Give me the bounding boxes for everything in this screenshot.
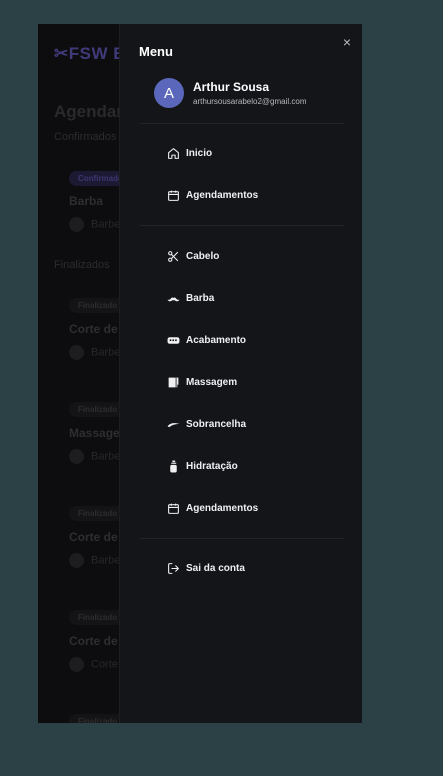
menu-item-label: Inicio (186, 147, 213, 159)
divider (139, 123, 344, 124)
towel-icon (166, 375, 180, 389)
booking-barbershop: Barbe (69, 345, 120, 360)
menu-item-label: Hidratação (186, 460, 238, 472)
barbershop-avatar (69, 449, 84, 464)
status-badge: Finalizado (69, 506, 127, 521)
menu-item-label: Barba (186, 292, 215, 304)
booking-barbershop: Barbe (69, 553, 120, 568)
eyebrow-icon (166, 417, 180, 431)
status-badge: Finalizado (69, 714, 127, 723)
user-name: Arthur Sousa (193, 80, 270, 94)
menu-item-label: Sobrancelha (186, 418, 247, 430)
mustache-icon (166, 291, 180, 305)
bottle-icon (166, 459, 180, 473)
booking-barbershop: Corte (69, 657, 118, 672)
menu-item-hidratacao[interactable]: Hidratação (166, 458, 238, 474)
home-icon (166, 146, 180, 160)
menu-item-agendamentos[interactable]: Agendamentos (166, 187, 258, 203)
app-screen: ✂FSW BAR Agendam Confirmados Confirmado … (38, 24, 362, 723)
menu-title: Menu (139, 44, 173, 59)
booking-service[interactable]: Corte de (69, 322, 118, 336)
finished-section-label: Finalizados (54, 259, 110, 271)
menu-item-label: Agendamentos (186, 189, 259, 201)
booking-service[interactable]: Corte de (69, 530, 118, 544)
trimmer-icon (166, 333, 180, 347)
user-email: arthursousarabelo2@gmail.com (193, 97, 307, 106)
menu-item-label: Acabamento (186, 334, 247, 346)
booking-barbershop: Barbe (69, 449, 120, 464)
divider (139, 538, 344, 539)
close-icon[interactable]: × (343, 34, 351, 50)
booking-service[interactable]: Barba (69, 194, 103, 208)
menu-item-sobrancelha[interactable]: Sobrancelha (166, 416, 246, 432)
confirmed-section-label: Confirmados (54, 131, 117, 143)
status-badge: Finalizado (69, 402, 127, 417)
menu-item-label: Massagem (186, 376, 238, 388)
calendar-icon (166, 501, 180, 515)
logout-label: Sai da conta (186, 562, 245, 574)
barbershop-avatar (69, 657, 84, 672)
menu-item-acabamento[interactable]: Acabamento (166, 332, 246, 348)
barbershop-avatar (69, 217, 84, 232)
side-menu-drawer: × Menu A Arthur Sousa arthursousarabelo2… (119, 24, 362, 723)
divider (139, 225, 344, 226)
avatar: A (154, 78, 184, 108)
menu-item-label: Cabelo (186, 250, 220, 262)
status-badge: Finalizado (69, 298, 127, 313)
menu-item-cabelo[interactable]: Cabelo (166, 248, 219, 264)
menu-item-label: Agendamentos (186, 502, 259, 514)
logout-icon (166, 561, 180, 575)
booking-barbershop: Barbe (69, 217, 120, 232)
booking-service[interactable]: Corte de (69, 634, 118, 648)
scissors-icon (166, 249, 180, 263)
booking-service[interactable]: Massage (69, 426, 120, 440)
menu-item-agendamentos-2[interactable]: Agendamentos (166, 500, 258, 516)
logout-button[interactable]: Sai da conta (166, 560, 245, 576)
barbershop-avatar (69, 345, 84, 360)
status-badge: Finalizado (69, 610, 127, 625)
menu-item-inicio[interactable]: Inicio (166, 145, 212, 161)
barbershop-avatar (69, 553, 84, 568)
menu-item-massagem[interactable]: Massagem (166, 374, 237, 390)
calendar-icon (166, 188, 180, 202)
menu-item-barba[interactable]: Barba (166, 290, 214, 306)
